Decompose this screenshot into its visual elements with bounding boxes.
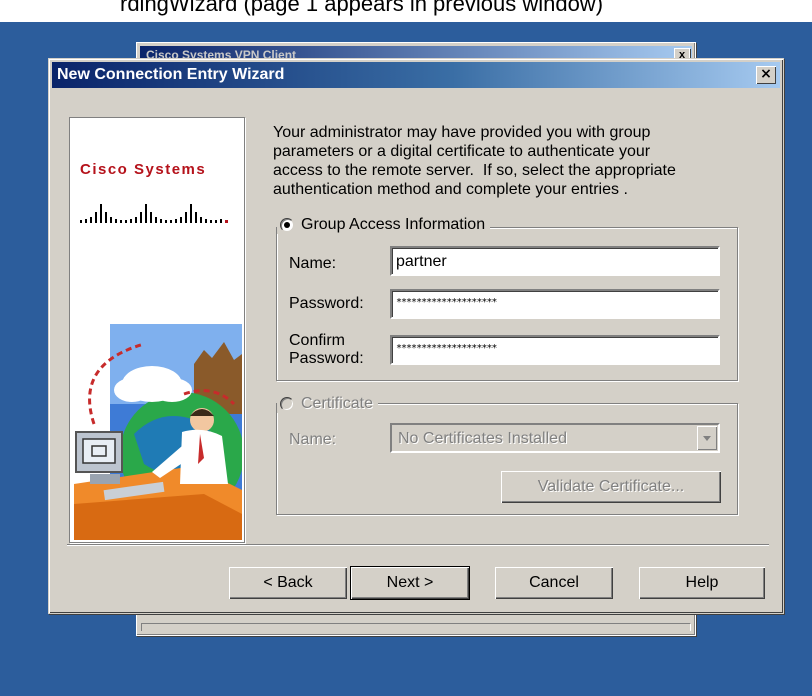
next-button[interactable]: Next > [350, 566, 470, 600]
certificate-option[interactable]: Certificate [277, 395, 379, 413]
back-button[interactable]: < Back [229, 567, 347, 599]
cancel-button[interactable]: Cancel [495, 567, 613, 599]
password-label: Password: [289, 295, 364, 312]
background-window-edge [141, 623, 691, 631]
certificate-name-label: Name: [289, 431, 337, 448]
help-button[interactable]: Help [639, 567, 765, 599]
name-field-value: partner [396, 253, 447, 270]
close-button[interactable]: × [756, 66, 776, 84]
chevron-down-icon[interactable] [697, 426, 717, 450]
wizard-image-panel: Cisco Systems [69, 117, 245, 543]
certificate-select-value: No Certificates Installed [398, 430, 567, 447]
top-caption: rdingWizard (page 1 appears in previous … [0, 0, 812, 22]
wizard-dialog: New Connection Entry Wizard × Cisco Syst… [48, 58, 784, 614]
cisco-logo: Cisco Systems [80, 161, 228, 223]
separator [67, 544, 769, 546]
intro-text: Your administrator may have provided you… [273, 124, 676, 198]
network-illustration [74, 324, 242, 540]
top-caption-text: rdingWizard (page 1 appears in previous … [120, 0, 604, 16]
password-field[interactable]: ******************** [390, 289, 720, 319]
cisco-bridge-bars [80, 204, 228, 223]
name-field[interactable]: partner [390, 246, 720, 276]
group-access-label: Group Access Information [301, 216, 486, 233]
name-label: Name: [289, 255, 337, 272]
validate-certificate-button[interactable]: Validate Certificate... [501, 471, 721, 503]
group-access-option[interactable]: Group Access Information [277, 216, 491, 234]
confirm-password-field-value: ******************** [396, 343, 497, 354]
confirm-password-field[interactable]: ******************** [390, 335, 720, 365]
certificate-label: Certificate [301, 395, 374, 412]
wizard-titlebar[interactable]: New Connection Entry Wizard × [52, 62, 780, 88]
cisco-logo-text: Cisco Systems [80, 161, 206, 178]
password-field-value: ******************** [396, 297, 497, 308]
certificate-select[interactable]: No Certificates Installed [390, 423, 720, 453]
confirm-password-label: Confirm Password: [289, 332, 364, 367]
group-access-radio[interactable] [280, 218, 294, 232]
wizard-title: New Connection Entry Wizard [57, 66, 285, 83]
certificate-radio[interactable] [280, 397, 294, 411]
